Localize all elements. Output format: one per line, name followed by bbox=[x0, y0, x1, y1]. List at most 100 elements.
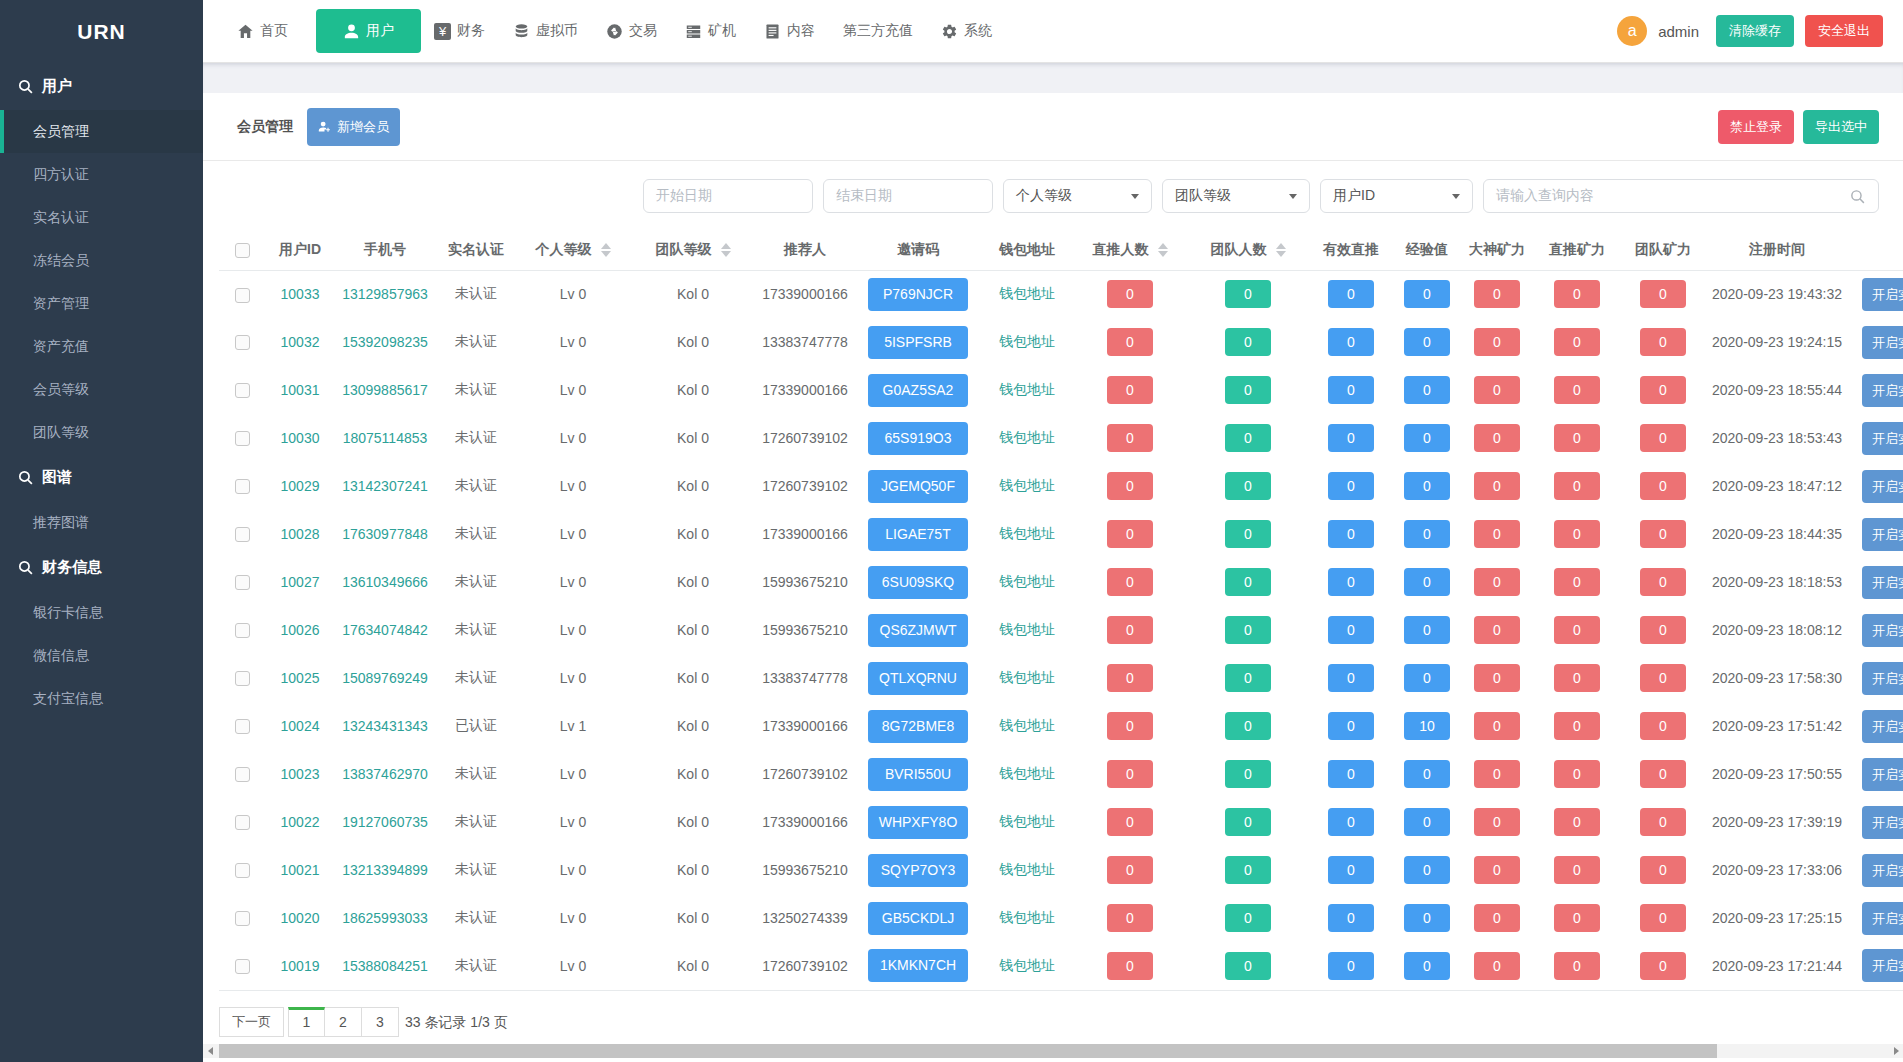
nav-item-用户[interactable]: 用户 bbox=[316, 9, 421, 53]
cell-phone[interactable]: 13610349666 bbox=[342, 574, 428, 590]
nav-item-第三方充值[interactable]: 第三方充值 bbox=[843, 22, 913, 40]
scroll-right-arrow[interactable] bbox=[1889, 1044, 1903, 1058]
scroll-left-arrow[interactable] bbox=[203, 1044, 217, 1058]
cell-id[interactable]: 10022 bbox=[281, 814, 320, 830]
row-checkbox[interactable] bbox=[235, 288, 250, 303]
cell-phone[interactable]: 13142307241 bbox=[342, 478, 428, 494]
row-checkbox[interactable] bbox=[235, 527, 250, 542]
enable-realname-button[interactable]: 开启实名 bbox=[1862, 710, 1903, 743]
cell-id[interactable]: 10029 bbox=[281, 478, 320, 494]
cell-phone[interactable]: 17634074842 bbox=[342, 622, 428, 638]
row-checkbox[interactable] bbox=[235, 911, 250, 926]
wallet-link[interactable]: 钱包地址 bbox=[999, 381, 1055, 397]
wallet-link[interactable]: 钱包地址 bbox=[999, 285, 1055, 301]
enable-realname-button[interactable]: 开启实名 bbox=[1862, 278, 1903, 311]
enable-realname-button[interactable]: 开启实名 bbox=[1862, 566, 1903, 599]
invite-code-badge[interactable]: 1KMKN7CH bbox=[868, 949, 968, 982]
row-checkbox[interactable] bbox=[235, 479, 250, 494]
sidebar-item[interactable]: 微信信息 bbox=[0, 634, 203, 677]
select-all-checkbox[interactable] bbox=[235, 243, 250, 258]
enable-realname-button[interactable]: 开启实名 bbox=[1862, 902, 1903, 935]
sidebar-item[interactable]: 会员等级 bbox=[0, 368, 203, 411]
wallet-link[interactable]: 钱包地址 bbox=[999, 477, 1055, 493]
sidebar-item[interactable]: 冻结会员 bbox=[0, 239, 203, 282]
enable-realname-button[interactable]: 开启实名 bbox=[1862, 326, 1903, 359]
cell-phone[interactable]: 15392098235 bbox=[342, 334, 428, 350]
end-date-input[interactable]: 结束日期 bbox=[823, 179, 993, 213]
invite-code-badge[interactable]: SQYP7OY3 bbox=[868, 854, 968, 887]
invite-code-badge[interactable]: WHPXFY8O bbox=[868, 806, 968, 839]
cell-phone[interactable]: 13837462970 bbox=[342, 766, 428, 782]
cell-phone[interactable]: 13213394899 bbox=[342, 862, 428, 878]
cell-phone[interactable]: 15089769249 bbox=[342, 670, 428, 686]
sort-icon[interactable] bbox=[1158, 243, 1168, 257]
cell-phone[interactable]: 19127060735 bbox=[342, 814, 428, 830]
nav-item-财务[interactable]: ¥财务 bbox=[434, 22, 485, 40]
enable-realname-button[interactable]: 开启实名 bbox=[1862, 470, 1903, 503]
logout-button[interactable]: 安全退出 bbox=[1805, 15, 1883, 47]
col-header-team[interactable]: 团队等级 bbox=[629, 230, 757, 270]
row-checkbox[interactable] bbox=[235, 431, 250, 446]
sidebar-item[interactable]: 四方认证 bbox=[0, 153, 203, 196]
start-date-input[interactable]: 开始日期 bbox=[643, 179, 813, 213]
sidebar-section-1[interactable]: 图谱 bbox=[0, 454, 203, 501]
cell-id[interactable]: 10030 bbox=[281, 430, 320, 446]
nav-item-矿机[interactable]: 矿机 bbox=[685, 22, 736, 40]
enable-realname-button[interactable]: 开启实名 bbox=[1862, 949, 1903, 982]
row-checkbox[interactable] bbox=[235, 959, 250, 974]
cell-phone[interactable]: 18075114853 bbox=[343, 430, 428, 446]
row-checkbox[interactable] bbox=[235, 767, 250, 782]
enable-realname-button[interactable]: 开启实名 bbox=[1862, 854, 1903, 887]
enable-realname-button[interactable]: 开启实名 bbox=[1862, 422, 1903, 455]
row-checkbox[interactable] bbox=[235, 719, 250, 734]
scrollbar-thumb[interactable] bbox=[219, 1044, 1717, 1058]
enable-realname-button[interactable]: 开启实名 bbox=[1862, 758, 1903, 791]
invite-code-badge[interactable]: 8G72BME8 bbox=[868, 710, 968, 743]
sidebar-item[interactable]: 支付宝信息 bbox=[0, 677, 203, 720]
cell-id[interactable]: 10033 bbox=[281, 286, 320, 302]
sidebar-item[interactable]: 会员管理 bbox=[0, 110, 203, 153]
col-header-direct[interactable]: 直推人数 bbox=[1071, 230, 1189, 270]
sidebar-item[interactable]: 推荐图谱 bbox=[0, 501, 203, 544]
row-checkbox[interactable] bbox=[235, 863, 250, 878]
enable-realname-button[interactable]: 开启实名 bbox=[1862, 806, 1903, 839]
page-button-3[interactable]: 3 bbox=[362, 1007, 399, 1037]
cell-id[interactable]: 10025 bbox=[281, 670, 320, 686]
sidebar-section-0[interactable]: 用户 bbox=[0, 63, 203, 110]
row-checkbox[interactable] bbox=[235, 335, 250, 350]
cell-id[interactable]: 10023 bbox=[281, 766, 320, 782]
cell-id[interactable]: 10026 bbox=[281, 622, 320, 638]
wallet-link[interactable]: 钱包地址 bbox=[999, 669, 1055, 685]
sidebar-item[interactable]: 银行卡信息 bbox=[0, 591, 203, 634]
row-checkbox[interactable] bbox=[235, 815, 250, 830]
invite-code-badge[interactable]: G0AZ5SA2 bbox=[868, 374, 968, 407]
col-header-level[interactable]: 个人等级 bbox=[517, 230, 629, 270]
sort-icon[interactable] bbox=[601, 243, 611, 257]
cell-phone[interactable]: 13243431343 bbox=[342, 718, 428, 734]
horizontal-scrollbar[interactable] bbox=[203, 1044, 1903, 1058]
wallet-link[interactable]: 钱包地址 bbox=[999, 621, 1055, 637]
wallet-link[interactable]: 钱包地址 bbox=[999, 957, 1055, 973]
sidebar-section-2[interactable]: 财务信息 bbox=[0, 544, 203, 591]
enable-realname-button[interactable]: 开启实名 bbox=[1862, 614, 1903, 647]
user-id-select[interactable]: 用户ID bbox=[1320, 179, 1473, 213]
cell-id[interactable]: 10024 bbox=[281, 718, 320, 734]
wallet-link[interactable]: 钱包地址 bbox=[999, 861, 1055, 877]
row-checkbox[interactable] bbox=[235, 383, 250, 398]
sort-icon[interactable] bbox=[1276, 243, 1286, 257]
cell-id[interactable]: 10021 bbox=[281, 862, 320, 878]
invite-code-badge[interactable]: BVRI550U bbox=[868, 758, 968, 791]
nav-item-系统[interactable]: 系统 bbox=[941, 22, 992, 40]
sidebar-item[interactable]: 资产管理 bbox=[0, 282, 203, 325]
sidebar-item[interactable]: 团队等级 bbox=[0, 411, 203, 454]
row-checkbox[interactable] bbox=[235, 575, 250, 590]
cell-id[interactable]: 10027 bbox=[281, 574, 320, 590]
row-checkbox[interactable] bbox=[235, 671, 250, 686]
cell-id[interactable]: 10020 bbox=[281, 910, 320, 926]
ban-login-button[interactable]: 禁止登录 bbox=[1718, 110, 1794, 144]
invite-code-badge[interactable]: QS6ZJMWT bbox=[868, 614, 968, 647]
invite-code-badge[interactable]: LIGAE75T bbox=[868, 518, 968, 551]
clear-cache-button[interactable]: 清除缓存 bbox=[1716, 15, 1794, 47]
nav-item-虚拟币[interactable]: 虚拟币 bbox=[513, 22, 578, 40]
col-header-team_count[interactable]: 团队人数 bbox=[1189, 230, 1307, 270]
